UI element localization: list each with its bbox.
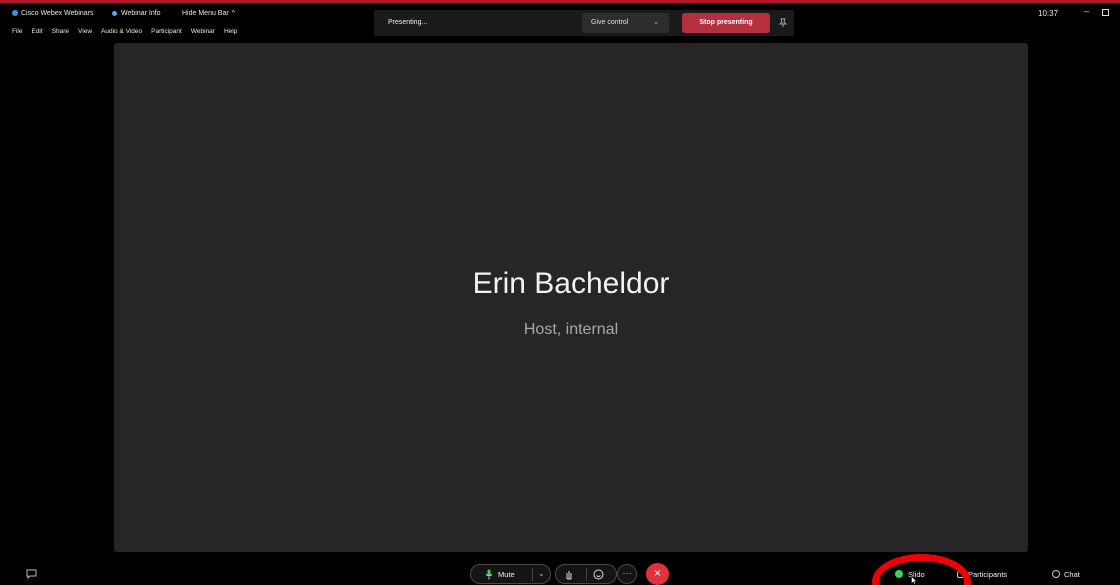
menu-audio-video[interactable]: Audio & Video bbox=[101, 28, 142, 40]
pin-icon[interactable] bbox=[778, 18, 788, 28]
video-stage: Erin Bacheldor Host, internal bbox=[114, 43, 1028, 552]
give-control-dropdown[interactable]: Give control ⌄ bbox=[582, 13, 669, 33]
captions-icon[interactable] bbox=[26, 569, 37, 579]
presenting-status: Presenting... bbox=[388, 19, 428, 26]
menu-webinar[interactable]: Webinar bbox=[191, 28, 215, 40]
chevron-down-icon: ⌄ bbox=[653, 19, 659, 26]
info-icon bbox=[112, 10, 117, 16]
participant-role: Host, internal bbox=[523, 321, 619, 338]
webex-logo-icon bbox=[12, 10, 18, 17]
minimize-icon[interactable]: – bbox=[1084, 6, 1089, 16]
webinar-info-button[interactable]: Webinar Info bbox=[112, 10, 161, 17]
menu-file[interactable]: File bbox=[12, 28, 22, 40]
leave-meeting-button[interactable]: × bbox=[646, 563, 669, 585]
menu-edit[interactable]: Edit bbox=[31, 28, 42, 40]
microphone-icon bbox=[485, 569, 493, 580]
divider bbox=[586, 568, 587, 581]
chat-icon bbox=[1052, 570, 1060, 578]
menu-bar: File Edit Share View Audio & Video Parti… bbox=[12, 28, 237, 40]
chevron-down-icon[interactable]: ⌄ bbox=[538, 569, 545, 578]
menu-share[interactable]: Share bbox=[52, 28, 69, 40]
reactions-control[interactable] bbox=[555, 564, 617, 584]
participant-name: Erin Bacheldor bbox=[472, 267, 670, 300]
menu-help[interactable]: Help bbox=[224, 28, 237, 40]
divider bbox=[532, 568, 533, 581]
stop-presenting-button[interactable]: Stop presenting bbox=[682, 13, 770, 33]
restore-window-icon[interactable] bbox=[1102, 9, 1109, 16]
mute-control[interactable]: Mute ⌄ bbox=[470, 564, 551, 584]
mute-label: Mute bbox=[498, 570, 515, 579]
sharing-control-bar: Presenting... Give control ⌄ Stop presen… bbox=[374, 10, 794, 36]
menu-view[interactable]: View bbox=[78, 28, 92, 40]
system-clock: 10:37 bbox=[1038, 9, 1059, 18]
chevron-up-icon: ^ bbox=[231, 10, 235, 17]
raise-hand-icon[interactable] bbox=[564, 569, 574, 580]
more-options-button[interactable]: ··· bbox=[617, 564, 637, 584]
menu-participant[interactable]: Participant bbox=[151, 28, 182, 40]
reactions-icon[interactable] bbox=[593, 569, 604, 580]
hide-menu-bar-button[interactable]: Hide Menu Bar ^ bbox=[182, 10, 235, 17]
annotation-circle bbox=[872, 554, 971, 585]
chat-button[interactable]: Chat bbox=[1052, 570, 1080, 579]
app-title: Cisco Webex Webinars bbox=[12, 10, 94, 17]
